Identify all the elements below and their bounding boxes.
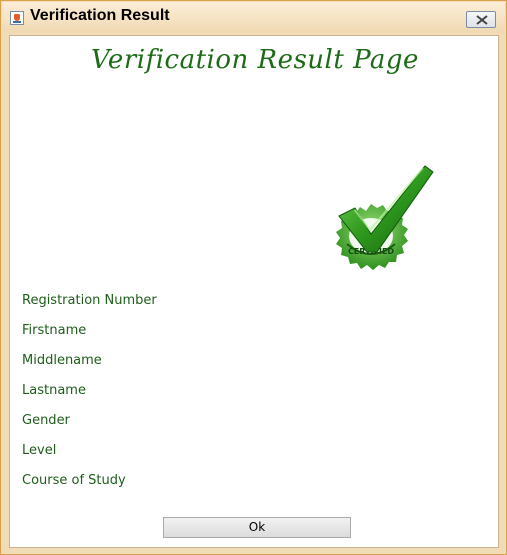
field-label-middlename: Middlename [22, 353, 102, 368]
ok-button[interactable]: Ok [163, 517, 351, 538]
window-title: Verification Result [30, 7, 170, 24]
field-label-firstname: Firstname [22, 323, 87, 338]
field-label-level: Level [22, 443, 57, 458]
certified-checkmark-icon: CERTIFIED [336, 165, 434, 270]
field-label-course-of-study: Course of Study [22, 473, 126, 488]
page-title: Verification Result Page [91, 45, 419, 75]
title-bar[interactable]: Verification Result [2, 2, 505, 33]
field-label-registration-number: Registration Number [22, 293, 157, 308]
field-label-lastname: Lastname [22, 383, 86, 398]
java-app-icon [10, 11, 24, 25]
close-icon [476, 15, 488, 25]
content-panel: Verification Result Page CERTIFIED [9, 35, 499, 548]
close-button[interactable] [466, 11, 496, 28]
field-label-gender: Gender [22, 413, 70, 428]
window-frame: Verification Result Verification Result … [0, 0, 507, 555]
